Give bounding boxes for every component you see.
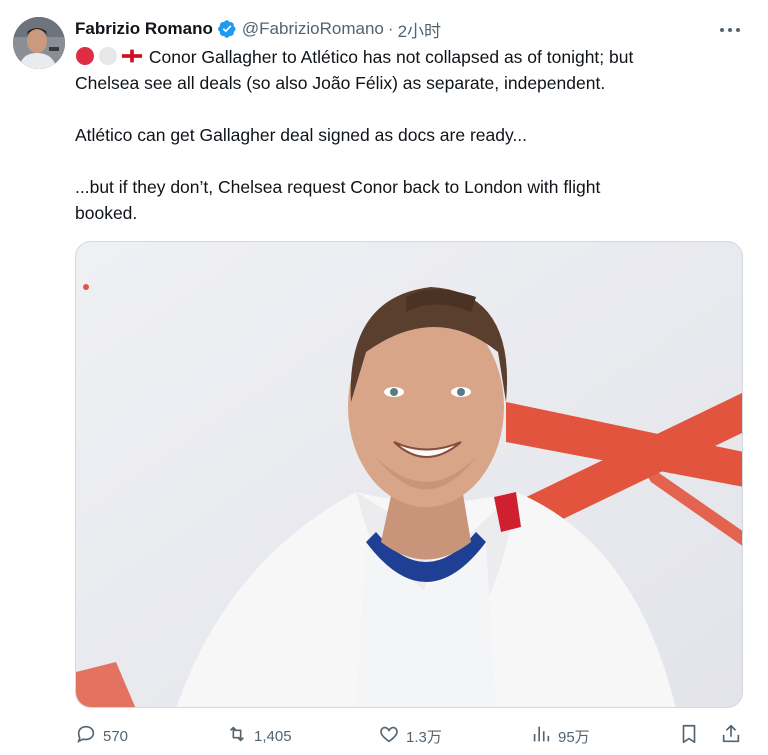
like-count: 1.3万: [406, 728, 442, 746]
views-icon: [530, 723, 552, 749]
share-icon: [720, 723, 742, 749]
retweet-count: 1,405: [254, 727, 292, 745]
bookmark-button[interactable]: [678, 720, 700, 752]
tweet-header: Fabrizio Romano @FabrizioRomano · 2小时: [75, 17, 441, 41]
avatar[interactable]: [13, 17, 65, 69]
reply-count: 570: [103, 727, 129, 745]
tweet-text: Conor Gallagher to Atlético has not coll…: [75, 44, 745, 226]
tweet-text-para3-line1: ...but if they don’t, Chelsea request Co…: [75, 177, 601, 197]
retweet-button[interactable]: 1,405: [226, 720, 292, 752]
share-button[interactable]: [720, 720, 742, 752]
heart-icon: [378, 723, 400, 749]
tweet-text-line2: Chelsea see all deals (so also João Féli…: [75, 73, 606, 93]
red-circle-icon: [75, 46, 95, 66]
england-flag-icon: [121, 46, 143, 66]
tweet-text-para3-line2: booked.: [75, 203, 138, 223]
author-handle[interactable]: @FabrizioRomano: [242, 19, 384, 39]
tweet-text-line1: Conor Gallagher to Atlético has not coll…: [148, 47, 634, 67]
author-name[interactable]: Fabrizio Romano: [75, 19, 213, 39]
tweet: Fabrizio Romano @FabrizioRomano · 2小时 Co…: [0, 0, 768, 755]
tweet-photo[interactable]: [75, 241, 743, 708]
more-dots-icon[interactable]: [716, 18, 744, 42]
views-count: 95万: [558, 728, 590, 746]
tweet-text-para2: Atlético can get Gallagher deal signed a…: [75, 125, 528, 145]
retweet-icon: [226, 723, 248, 749]
tweet-line-1: Conor Gallagher to Atlético has not coll…: [75, 44, 745, 70]
like-button[interactable]: 1.3万: [378, 720, 442, 752]
reply-button[interactable]: 570: [75, 720, 128, 752]
reply-icon: [75, 723, 97, 749]
tweet-timestamp[interactable]: 2小时: [398, 17, 441, 42]
action-bar: 570 1,405 1.3万 95万: [75, 720, 745, 752]
header-separator: ·: [387, 19, 394, 38]
white-circle-icon: [98, 46, 118, 66]
views-button[interactable]: 95万: [530, 720, 590, 752]
bookmark-icon: [678, 723, 700, 749]
verified-badge-icon: [217, 19, 237, 39]
